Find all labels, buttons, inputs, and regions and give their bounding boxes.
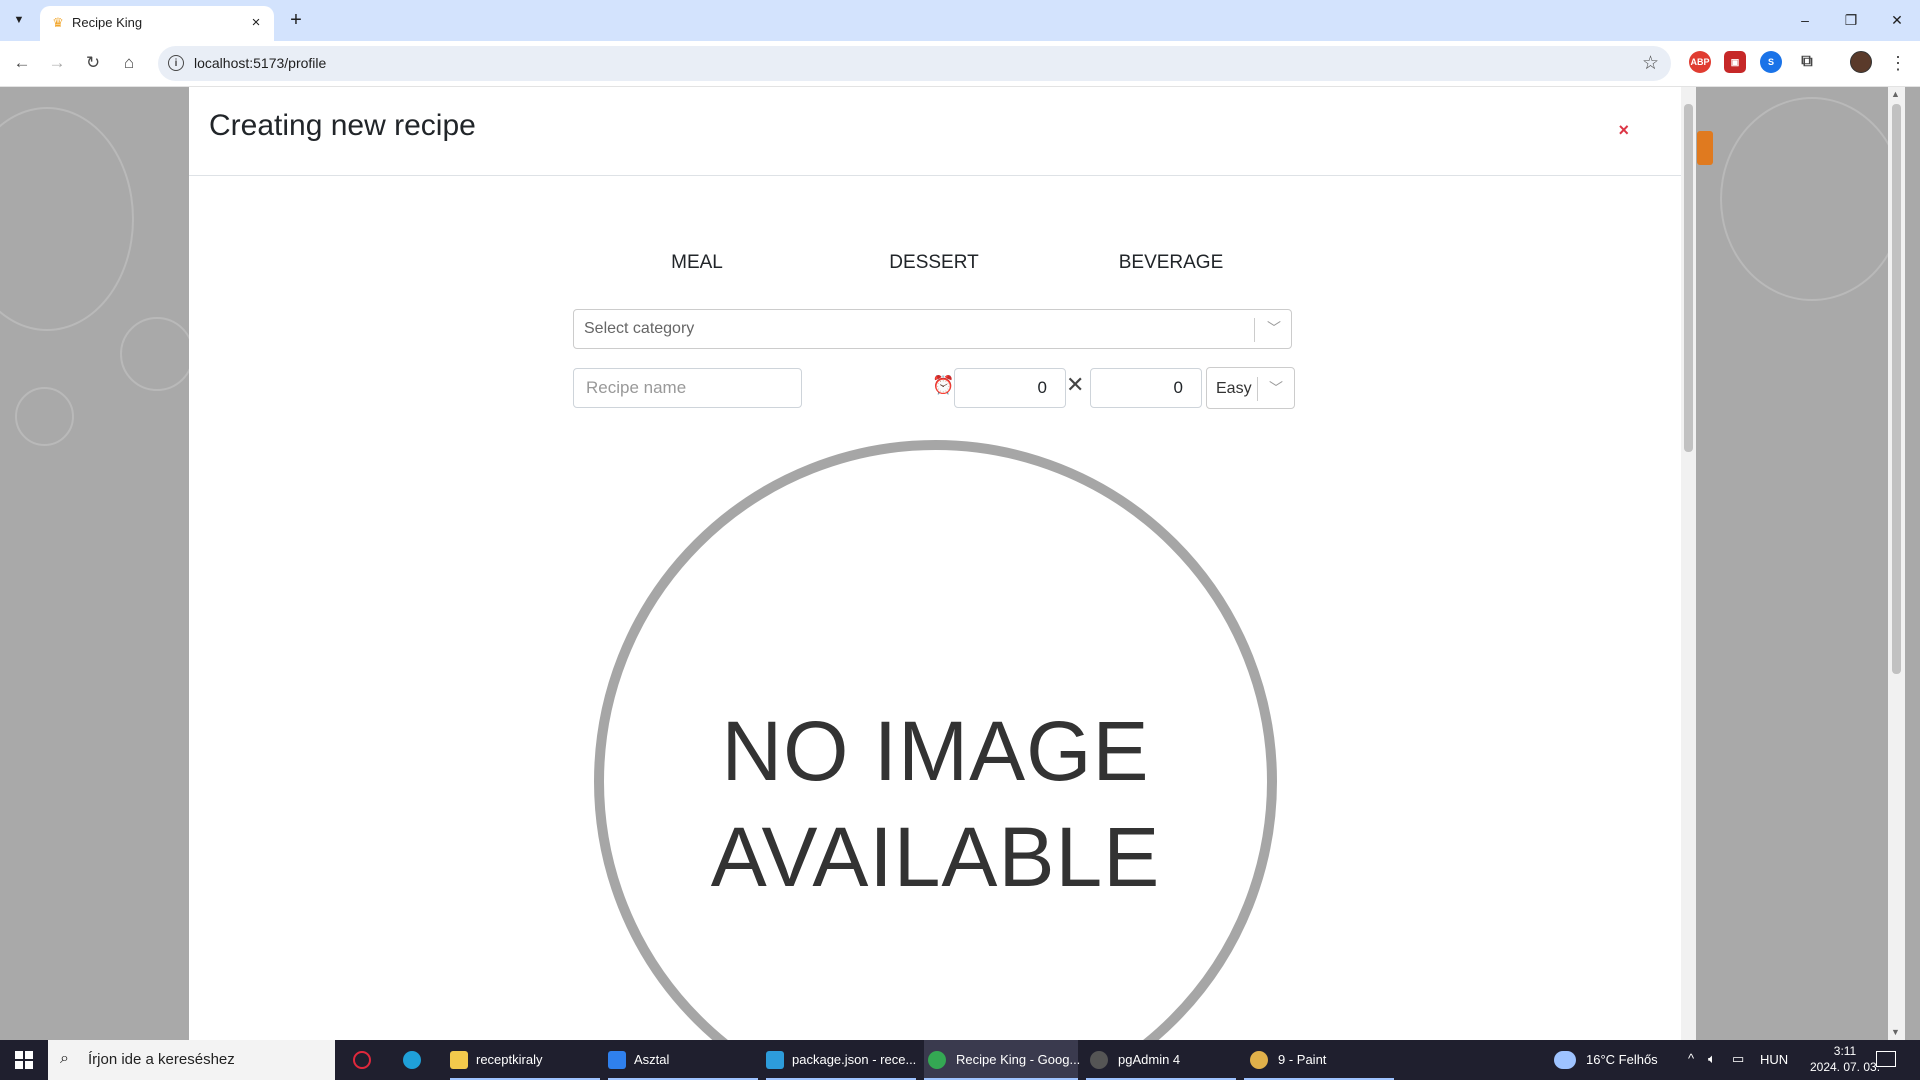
no-image-placeholder[interactable]: NO IMAGE AVAILABLE bbox=[594, 440, 1277, 1040]
category-select[interactable]: Select category ﹀ bbox=[573, 309, 1292, 349]
extension-blue-icon[interactable]: S bbox=[1760, 51, 1782, 73]
taskbar-item-label: 9 - Paint bbox=[1278, 1052, 1327, 1067]
time-input[interactable] bbox=[954, 368, 1066, 408]
page-scrollbar[interactable]: ▲ ▼ bbox=[1888, 87, 1905, 1040]
profile-avatar[interactable] bbox=[1850, 51, 1872, 73]
forward-icon[interactable]: → bbox=[44, 50, 70, 76]
taskbar-item-label: Recipe King - Goog... bbox=[956, 1052, 1081, 1067]
paint-icon bbox=[1250, 1051, 1268, 1069]
category-placeholder: Select category bbox=[584, 320, 695, 337]
background-tomato-sketch bbox=[15, 387, 74, 446]
taskbar-item-paint[interactable]: 9 - Paint bbox=[1244, 1040, 1394, 1080]
taskbar-search[interactable]: ⌕ Írjon ide a kereséshez bbox=[48, 1040, 335, 1080]
browser-toolbar: ← → ↻ ⌂ i localhost:5173/profile ☆ ABP ▣… bbox=[0, 41, 1920, 87]
modal-close-button[interactable]: × bbox=[1618, 120, 1629, 141]
folder-icon bbox=[450, 1051, 468, 1069]
restore-button[interactable]: ❐ bbox=[1836, 8, 1866, 32]
new-tab-button[interactable]: + bbox=[284, 9, 308, 33]
taskbar-item-label: receptkiraly bbox=[476, 1052, 543, 1067]
tab-dessert[interactable]: DESSERT bbox=[834, 252, 1034, 274]
clock-icon: ⏰ bbox=[932, 375, 955, 395]
difficulty-value: Easy bbox=[1216, 380, 1252, 397]
difficulty-select[interactable]: Easy ﹀ bbox=[1206, 367, 1295, 409]
volume-icon[interactable]: 🔈︎ bbox=[1708, 1051, 1716, 1091]
pgadmin-icon bbox=[1090, 1051, 1108, 1069]
tab-recipe-king[interactable]: ♛ Recipe King × bbox=[40, 6, 274, 41]
taskbar-item-label: package.json - rece... bbox=[792, 1052, 917, 1067]
weather-cloud-icon[interactable] bbox=[1554, 1051, 1576, 1069]
menu-kebab-icon[interactable]: ⋮ bbox=[1888, 50, 1908, 76]
tab-title: Recipe King bbox=[72, 15, 143, 30]
minimize-button[interactable]: – bbox=[1790, 8, 1820, 32]
no-image-line2: AVAILABLE bbox=[710, 810, 1161, 904]
chevron-down-icon[interactable]: ﹀ bbox=[1269, 378, 1283, 398]
background-pizza-sketch bbox=[1720, 97, 1904, 301]
adblock-icon[interactable]: ABP bbox=[1689, 51, 1711, 73]
opera-icon[interactable] bbox=[350, 1040, 374, 1080]
taskbar-item-asztal[interactable]: Asztal bbox=[608, 1040, 758, 1080]
taskbar-item-chrome[interactable]: Recipe King - Goog... bbox=[924, 1040, 1081, 1080]
taskbar-item-label: pgAdmin 4 bbox=[1118, 1052, 1181, 1067]
taskbar-item-label: Asztal bbox=[634, 1052, 670, 1067]
create-recipe-modal: Creating new recipe × MEAL DESSERT BEVER… bbox=[189, 87, 1681, 1040]
no-image-line1: NO IMAGE bbox=[721, 704, 1150, 798]
reload-icon[interactable]: ↻ bbox=[80, 50, 106, 76]
taskbar-item-receptkiraly[interactable]: receptkiraly bbox=[450, 1040, 600, 1080]
recipe-name-input[interactable] bbox=[573, 368, 802, 408]
side-handle[interactable] bbox=[1697, 131, 1713, 165]
modal-title: Creating new recipe bbox=[209, 109, 476, 142]
background-bowl-sketch bbox=[120, 317, 194, 391]
no-image-text: NO IMAGE AVAILABLE bbox=[604, 698, 1267, 910]
tray-chevron-up-icon[interactable]: ^ bbox=[1688, 1051, 1694, 1091]
select-separator bbox=[1254, 318, 1255, 342]
windows-start-icon[interactable] bbox=[0, 1040, 48, 1080]
tab-close-icon[interactable]: × bbox=[246, 13, 266, 33]
select-separator bbox=[1257, 377, 1258, 401]
url-text[interactable]: localhost:5173/profile bbox=[194, 55, 326, 71]
weather-text[interactable]: 16°C Felhős bbox=[1586, 1052, 1658, 1092]
search-icon: ⌕ bbox=[60, 1050, 69, 1067]
tab-search-icon[interactable]: ▼ bbox=[8, 9, 30, 31]
edge-icon[interactable] bbox=[400, 1040, 424, 1080]
page-scrollbar-thumb[interactable] bbox=[1892, 104, 1901, 674]
taskbar-item-pgadmin[interactable]: pgAdmin 4 bbox=[1086, 1040, 1236, 1080]
crown-icon: ♛ bbox=[52, 15, 64, 30]
scroll-down-icon[interactable]: ▼ bbox=[1891, 1027, 1900, 1037]
notifications-icon[interactable] bbox=[1876, 1051, 1896, 1067]
back-icon[interactable]: ← bbox=[9, 50, 35, 76]
home-icon[interactable]: ⌂ bbox=[116, 50, 142, 76]
chrome-icon bbox=[928, 1051, 946, 1069]
page-background: Creating new recipe × MEAL DESSERT BEVER… bbox=[0, 87, 1920, 1040]
vscode-icon bbox=[766, 1051, 784, 1069]
modal-header: Creating new recipe × bbox=[189, 87, 1681, 176]
taskbar-item-vscode[interactable]: package.json - rece... bbox=[766, 1040, 916, 1080]
servings-input[interactable] bbox=[1090, 368, 1202, 408]
modal-scrollbar-thumb[interactable] bbox=[1684, 104, 1693, 452]
extension-red-icon[interactable]: ▣ bbox=[1724, 51, 1746, 73]
site-info-icon[interactable]: i bbox=[168, 55, 184, 71]
browser-tab-strip: ▼ ♛ Recipe King × + – ❐ ✕ bbox=[0, 0, 1920, 41]
background-plate-sketch bbox=[0, 107, 134, 331]
utensils-icon: ✕ bbox=[1066, 372, 1085, 397]
address-bar[interactable]: i localhost:5173/profile ☆ bbox=[158, 46, 1671, 81]
search-placeholder: Írjon ide a kereséshez bbox=[88, 1051, 235, 1068]
network-icon[interactable]: ▭ bbox=[1732, 1051, 1744, 1091]
scroll-up-icon[interactable]: ▲ bbox=[1891, 89, 1900, 99]
tab-beverage[interactable]: BEVERAGE bbox=[1071, 252, 1271, 274]
language-indicator[interactable]: HUN bbox=[1760, 1052, 1788, 1092]
extensions-puzzle-icon[interactable]: ⧉ bbox=[1796, 51, 1818, 73]
window-close-button[interactable]: ✕ bbox=[1882, 8, 1912, 32]
chevron-down-icon[interactable]: ﹀ bbox=[1267, 318, 1281, 338]
desktop-icon bbox=[608, 1051, 626, 1069]
tab-meal[interactable]: MEAL bbox=[597, 252, 797, 274]
bookmark-star-icon[interactable]: ☆ bbox=[1642, 52, 1659, 75]
windows-taskbar: ⌕ Írjon ide a kereséshez receptkiraly As… bbox=[0, 1040, 1920, 1080]
modal-scrollbar[interactable] bbox=[1681, 87, 1696, 1040]
